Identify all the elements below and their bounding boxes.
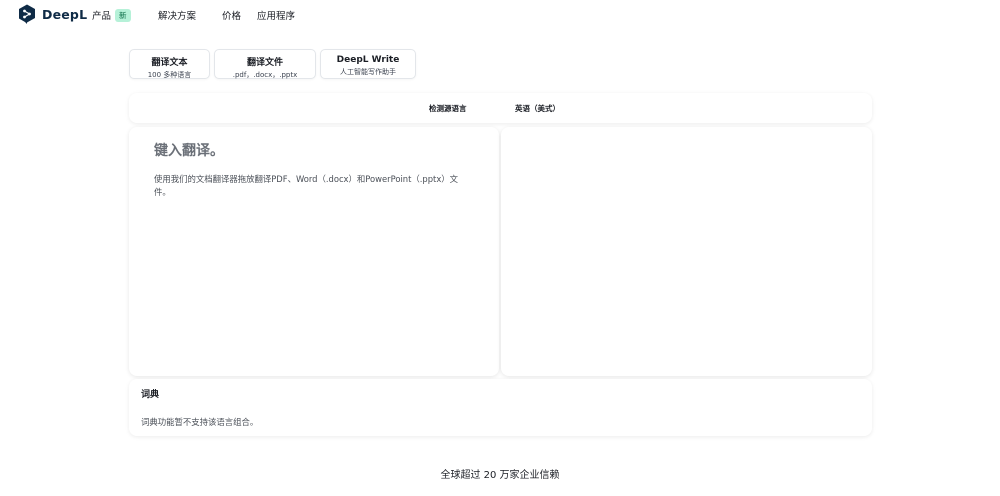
trust-banner: 全球超过 20 万家企业信赖: [440, 470, 560, 481]
mode-subtitle: .pdf，.docx，.pptx: [232, 71, 298, 79]
nav-products-label: 产品: [92, 11, 112, 22]
mode-title: 翻译文本: [151, 58, 188, 68]
target-text-panel: [501, 127, 872, 376]
mode-translate-files-button[interactable]: 翻译文件 .pdf，.docx，.pptx: [214, 49, 316, 79]
mode-title: 翻译文件: [246, 58, 283, 68]
brand-name: DeepL: [42, 6, 88, 22]
mode-title: DeepL Write: [336, 55, 400, 65]
mode-translate-text-button[interactable]: 翻译文本 100 多种语言: [129, 49, 210, 79]
nav-item-pricing[interactable]: 价格: [222, 8, 241, 22]
language-bar: 检测源语言 英语（美式）: [129, 93, 872, 123]
source-placeholder: 键入翻译。: [154, 143, 224, 159]
deepl-logo-icon: [19, 4, 35, 24]
new-badge: 新: [115, 9, 131, 22]
dictionary-panel: 词典 词典功能暂不支持该语言组合。: [129, 379, 872, 436]
target-language-selector[interactable]: 英语（美式）: [515, 103, 560, 114]
mode-subtitle: 人工智能写作助手: [340, 68, 396, 76]
deepl-logo[interactable]: DeepL: [18, 4, 87, 24]
source-text-panel[interactable]: 键入翻译。 使用我们的文档翻译器拖放翻译PDF、Word（.docx）和Powe…: [129, 127, 499, 376]
mode-subtitle: 100 多种语言: [147, 71, 192, 79]
mode-deepl-write-button[interactable]: DeepL Write 人工智能写作助手: [320, 49, 416, 79]
source-language-selector[interactable]: 检测源语言: [429, 103, 467, 114]
top-header: DeepL 产品新 解决方案 价格 应用程序: [0, 0, 1000, 30]
dictionary-note: 词典功能暂不支持该语言组合。: [141, 417, 259, 427]
nav-item-solutions[interactable]: 解决方案: [158, 8, 196, 22]
nav-item-apps[interactable]: 应用程序: [257, 8, 295, 22]
dictionary-title: 词典: [141, 390, 160, 400]
nav-item-products[interactable]: 产品新: [92, 8, 131, 22]
document-translator-hint: 使用我们的文档翻译器拖放翻译PDF、Word（.docx）和PowerPoint…: [154, 174, 459, 197]
